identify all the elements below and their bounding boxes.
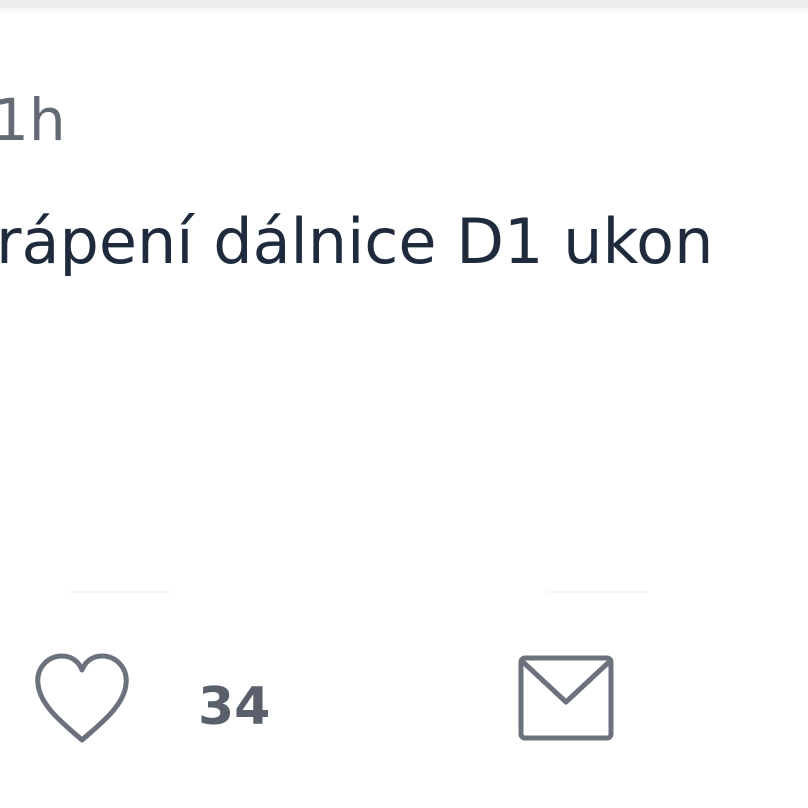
post-headline[interactable]: rápení dálnice D1 ukon [0,200,808,284]
like-button[interactable] [30,650,134,750]
post-card: 1h rápení dálnice D1 ukon 34 [0,0,808,808]
divider [70,591,170,593]
message-button[interactable] [516,652,616,744]
envelope-icon [518,655,614,741]
like-count: 34 [198,677,271,737]
post-timestamp: 1h [0,86,66,154]
divider [548,591,648,593]
top-border [0,0,808,8]
heart-outline-icon [35,653,129,743]
top-border-shadow [0,8,808,14]
